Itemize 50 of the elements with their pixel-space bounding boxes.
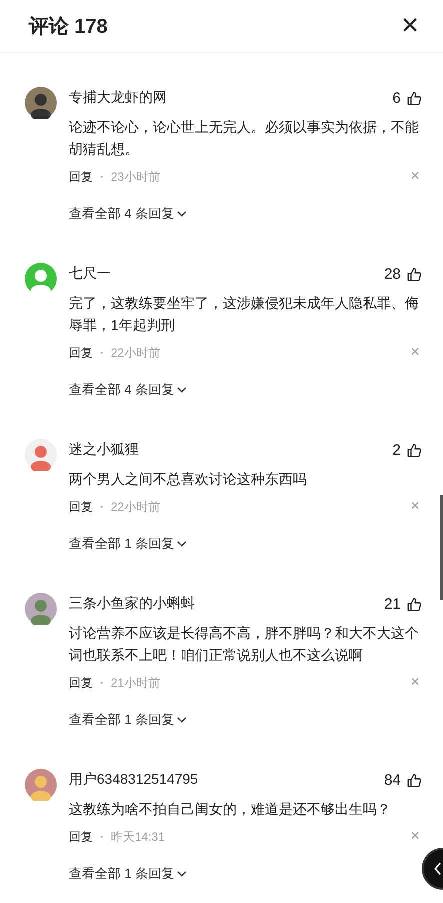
comment-time: 昨天14:31 [111,828,166,846]
like-button[interactable]: 2 [392,442,422,458]
thumbs-up-icon [407,442,422,458]
comment-text: 论迹不论心，论心世上无完人。必须以事实为依据，不能胡猜乱想。 [69,118,420,159]
reply-link[interactable]: 回复 [69,674,93,692]
chevron-down-icon [177,387,188,393]
chevron-down-icon [177,541,188,547]
separator-dot [101,682,103,684]
reply-link[interactable]: 回复 [69,168,93,186]
close-button[interactable]: × [401,11,419,41]
like-button[interactable]: 21 [384,596,422,612]
username[interactable]: 七尺一 [69,265,111,283]
comment-text: 这教练为啥不拍自己闺女的，难道是还不够出生吗？ [69,800,392,819]
scrollbar-thumb[interactable] [440,495,443,600]
comment-time: 23小时前 [111,168,160,186]
separator-dot [101,506,103,508]
like-button[interactable]: 28 [384,266,422,282]
thumbs-up-icon [407,90,422,106]
comment-time: 21小时前 [111,674,160,692]
thumbs-up-icon [407,266,422,282]
view-replies-link[interactable]: 查看全部 4 条回复 [69,205,188,223]
view-replies-link[interactable]: 查看全部 4 条回复 [69,381,188,399]
chevron-down-icon [177,871,188,877]
username[interactable]: 用户6348312514795 [69,771,198,789]
username[interactable]: 专捕大龙虾的网 [69,89,167,107]
comment-text: 两个男人之间不总喜欢讨论这种东西吗 [69,470,308,489]
comments-title: 评论 178 [29,14,108,40]
comment-time: 22小时前 [111,344,160,362]
like-button[interactable]: 6 [392,90,422,106]
comment-time: 22小时前 [111,498,160,516]
separator-dot [101,352,103,354]
view-replies-link[interactable]: 查看全部 1 条回复 [69,535,188,553]
chevron-down-icon [177,211,188,217]
reply-link[interactable]: 回复 [69,498,93,516]
view-replies-link[interactable]: 查看全部 1 条回复 [69,711,188,729]
thumbs-up-icon [407,596,422,612]
reply-link[interactable]: 回复 [69,344,93,362]
thumbs-up-icon [407,772,422,788]
chevron-down-icon [177,717,188,723]
username[interactable]: 三条小鱼家的小蝌蚪 [69,595,195,613]
separator-dot [101,176,103,178]
view-replies-link[interactable]: 查看全部 1 条回复 [69,865,188,883]
comment-text: 完了，这教练要坐牢了，这涉嫌侵犯未成年人隐私罪、侮辱罪，1年起判刑 [69,294,420,335]
like-button[interactable]: 84 [384,772,422,788]
avatar[interactable] [25,87,57,119]
reply-link[interactable]: 回复 [69,828,93,846]
separator-dot [101,836,103,838]
username[interactable]: 迷之小狐狸 [69,441,139,459]
chevron-left-icon [434,862,442,876]
comment-text: 讨论营养不应该是长得高不高，胖不胖吗？和大不大这个词也联系不上吧！咱们正常说别人也不这么说啊 [69,624,420,665]
